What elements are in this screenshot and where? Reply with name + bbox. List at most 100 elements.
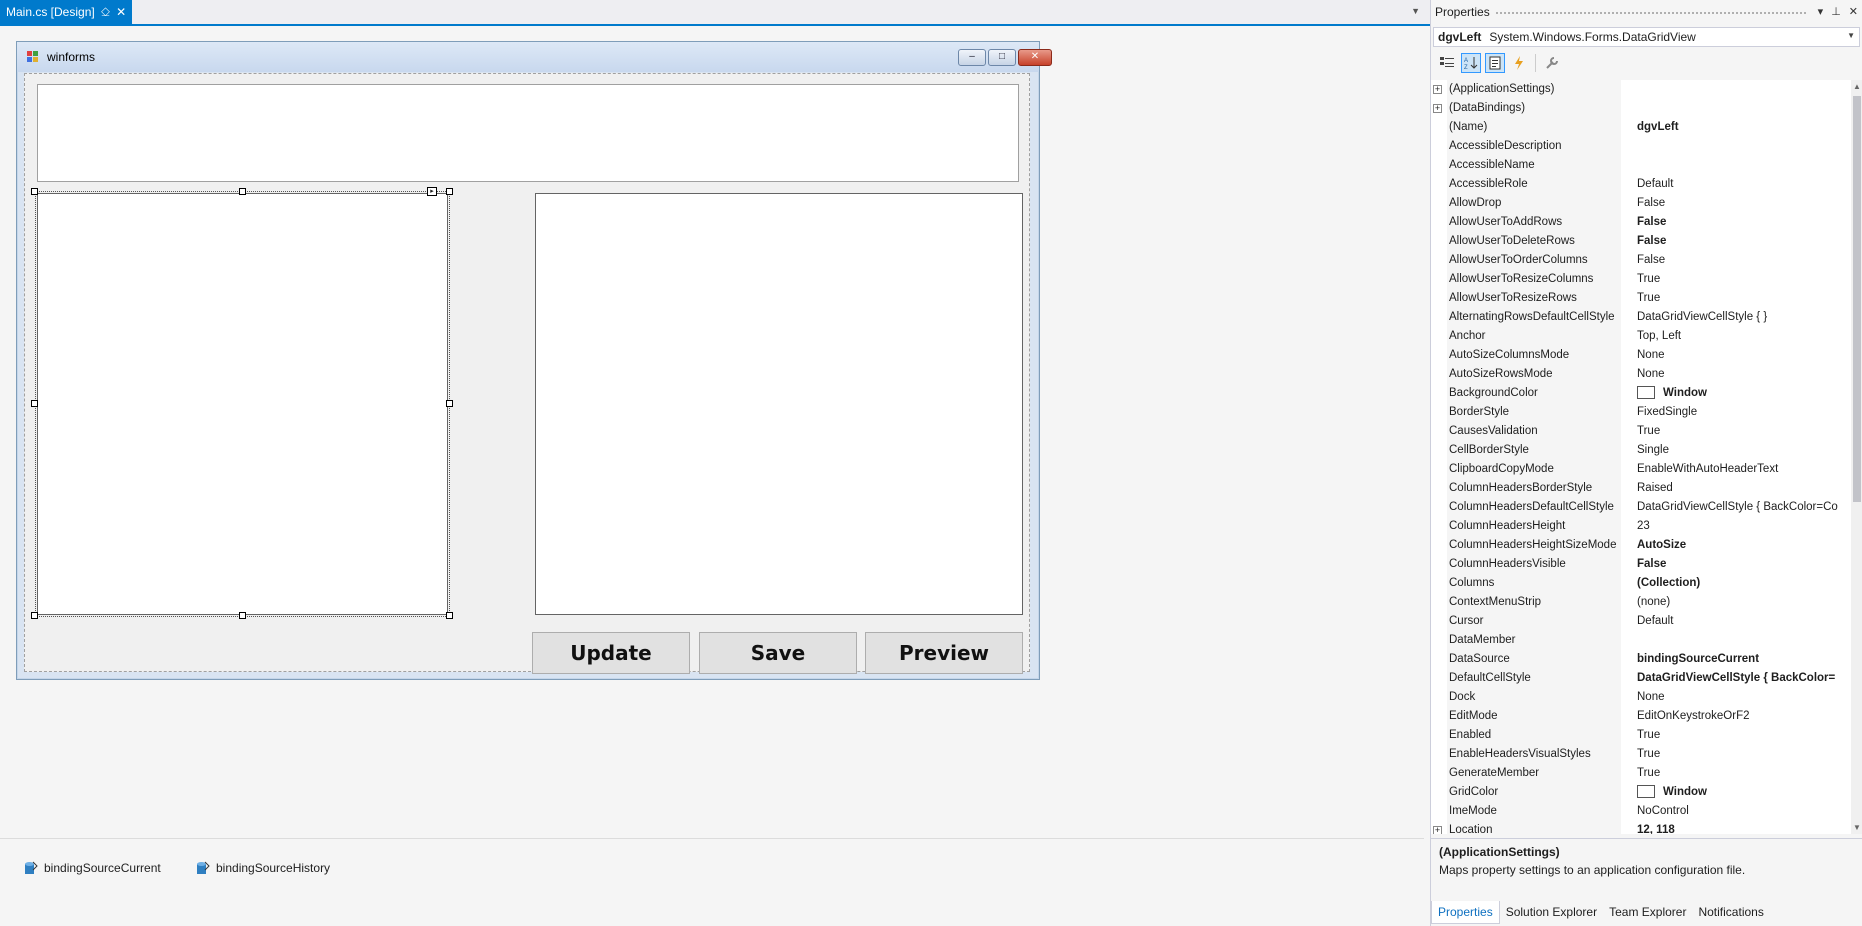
property-row[interactable]: Anchor Top, Left (1431, 327, 1851, 346)
property-row[interactable]: BackgroundColor Window (1431, 384, 1851, 403)
property-value[interactable]: True (1637, 726, 1849, 745)
property-row[interactable]: ColumnHeadersHeightSizeMode AutoSize (1431, 536, 1851, 555)
property-value[interactable]: EnableWithAutoHeaderText (1637, 460, 1849, 479)
object-selector[interactable]: dgvLeft System.Windows.Forms.DataGridVie… (1433, 27, 1860, 47)
expand-icon[interactable]: + (1433, 104, 1442, 113)
property-row[interactable]: DataMember (1431, 631, 1851, 650)
property-row[interactable]: AlternatingRowsDefaultCellStyle DataGridV… (1431, 308, 1851, 327)
property-value[interactable] (1637, 631, 1849, 650)
resize-handle[interactable] (31, 400, 38, 407)
resize-handle[interactable] (446, 400, 453, 407)
property-row[interactable]: AllowUserToResizeRows True (1431, 289, 1851, 308)
property-pages-icon[interactable] (1542, 53, 1562, 73)
property-row[interactable]: CausesValidation True (1431, 422, 1851, 441)
property-row[interactable]: + (DataBindings) (1431, 99, 1851, 118)
tab-properties[interactable]: Properties (1431, 900, 1500, 924)
doc-tab-main-design[interactable]: Main.cs [Design] ⎐ ✕ (0, 0, 133, 24)
property-row[interactable]: AllowUserToDeleteRows False (1431, 232, 1851, 251)
pin-icon[interactable]: ⎐ (101, 5, 110, 20)
tray-item-binding-source-current[interactable]: bindingSourceCurrent (24, 861, 161, 875)
property-row[interactable]: EnableHeadersVisualStyles True (1431, 745, 1851, 764)
property-row[interactable]: DataSource bindingSourceCurrent (1431, 650, 1851, 669)
property-value[interactable]: False (1637, 555, 1849, 574)
property-row[interactable]: Enabled True (1431, 726, 1851, 745)
resize-handle[interactable] (239, 612, 246, 619)
property-value[interactable]: AutoSize (1637, 536, 1849, 555)
property-row[interactable]: ColumnHeadersHeight 23 (1431, 517, 1851, 536)
property-value[interactable] (1637, 137, 1849, 156)
property-row[interactable]: Cursor Default (1431, 612, 1851, 631)
property-row[interactable]: ColumnHeadersDefaultCellStyle DataGridVie… (1431, 498, 1851, 517)
property-row[interactable]: EditMode EditOnKeystrokeOrF2 (1431, 707, 1851, 726)
save-button[interactable]: Save (699, 632, 857, 674)
resize-handle[interactable] (239, 188, 246, 195)
top-panel[interactable] (37, 84, 1019, 182)
dropdown-icon[interactable]: ▾ (1818, 5, 1824, 18)
alphabetical-icon[interactable]: AZ (1461, 53, 1481, 73)
property-value[interactable]: EditOnKeystrokeOrF2 (1637, 707, 1849, 726)
property-row[interactable]: Dock None (1431, 688, 1851, 707)
properties-icon[interactable] (1485, 53, 1505, 73)
property-row[interactable]: AllowDrop False (1431, 194, 1851, 213)
property-row[interactable]: AllowUserToOrderColumns False (1431, 251, 1851, 270)
property-value[interactable]: DataGridViewCellStyle { BackColor= (1637, 669, 1849, 688)
scrollbar-thumb[interactable] (1853, 96, 1861, 502)
close-icon[interactable]: ✕ (1849, 5, 1858, 18)
property-value[interactable]: Single (1637, 441, 1849, 460)
property-value[interactable]: None (1637, 365, 1849, 384)
property-value[interactable]: NoControl (1637, 802, 1849, 821)
property-value[interactable]: True (1637, 270, 1849, 289)
resize-handle[interactable] (31, 188, 38, 195)
scroll-up-icon[interactable]: ▲ (1853, 82, 1861, 91)
property-row[interactable]: CellBorderStyle Single (1431, 441, 1851, 460)
smart-tag-icon[interactable]: ▸ (427, 187, 437, 196)
dgv-right[interactable] (535, 193, 1023, 615)
property-value[interactable]: Window (1637, 384, 1849, 403)
property-row[interactable]: + (ApplicationSettings) (1431, 80, 1851, 99)
property-row[interactable]: ImeMode NoControl (1431, 802, 1851, 821)
form-window[interactable]: winforms – □ ✕ ▸ Update Save Preview (16, 41, 1052, 680)
tab-team-explorer[interactable]: Team Explorer (1603, 901, 1692, 923)
property-value[interactable]: 12, 118 (1637, 821, 1849, 834)
scroll-down-icon[interactable]: ▼ (1853, 823, 1861, 832)
property-value[interactable]: Raised (1637, 479, 1849, 498)
property-row[interactable]: DefaultCellStyle DataGridViewCellStyle { … (1431, 669, 1851, 688)
property-row[interactable]: ColumnHeadersBorderStyle Raised (1431, 479, 1851, 498)
property-value[interactable]: FixedSingle (1637, 403, 1849, 422)
expand-icon[interactable]: + (1433, 826, 1442, 834)
maximize-button[interactable]: □ (988, 49, 1016, 66)
property-value[interactable]: False (1637, 213, 1849, 232)
property-row[interactable]: AllowUserToResizeColumns True (1431, 270, 1851, 289)
property-value[interactable]: True (1637, 764, 1849, 783)
property-value[interactable]: None (1637, 688, 1849, 707)
resize-handle[interactable] (446, 612, 453, 619)
property-value[interactable]: dgvLeft (1637, 118, 1849, 137)
tab-solution-explorer[interactable]: Solution Explorer (1500, 901, 1603, 923)
property-value[interactable]: Window (1637, 783, 1849, 802)
property-value[interactable]: True (1637, 422, 1849, 441)
property-row[interactable]: BorderStyle FixedSingle (1431, 403, 1851, 422)
pin-icon[interactable]: ⊥ (1831, 5, 1841, 18)
tray-item-binding-source-history[interactable]: bindingSourceHistory (196, 861, 330, 875)
property-value[interactable]: Default (1637, 175, 1849, 194)
property-row[interactable]: AutoSizeColumnsMode None (1431, 346, 1851, 365)
close-icon[interactable]: ✕ (116, 5, 126, 19)
property-value[interactable] (1637, 156, 1849, 175)
preview-button[interactable]: Preview (865, 632, 1023, 674)
property-value[interactable]: DataGridViewCellStyle { } (1637, 308, 1849, 327)
property-row[interactable]: AutoSizeRowsMode None (1431, 365, 1851, 384)
property-row[interactable]: AllowUserToAddRows False (1431, 213, 1851, 232)
expand-icon[interactable]: + (1433, 85, 1442, 94)
property-value[interactable]: Default (1637, 612, 1849, 631)
property-value[interactable]: 23 (1637, 517, 1849, 536)
property-row[interactable]: AccessibleName (1431, 156, 1851, 175)
property-value[interactable]: (Collection) (1637, 574, 1849, 593)
property-row[interactable]: Columns (Collection) (1431, 574, 1851, 593)
property-value[interactable]: Top, Left (1637, 327, 1849, 346)
property-value[interactable]: False (1637, 232, 1849, 251)
property-value[interactable]: bindingSourceCurrent (1637, 650, 1849, 669)
property-value[interactable] (1637, 99, 1849, 118)
tab-dropdown-icon[interactable]: ▼ (1411, 6, 1420, 16)
property-row[interactable]: ContextMenuStrip (none) (1431, 593, 1851, 612)
events-icon[interactable] (1509, 53, 1529, 73)
